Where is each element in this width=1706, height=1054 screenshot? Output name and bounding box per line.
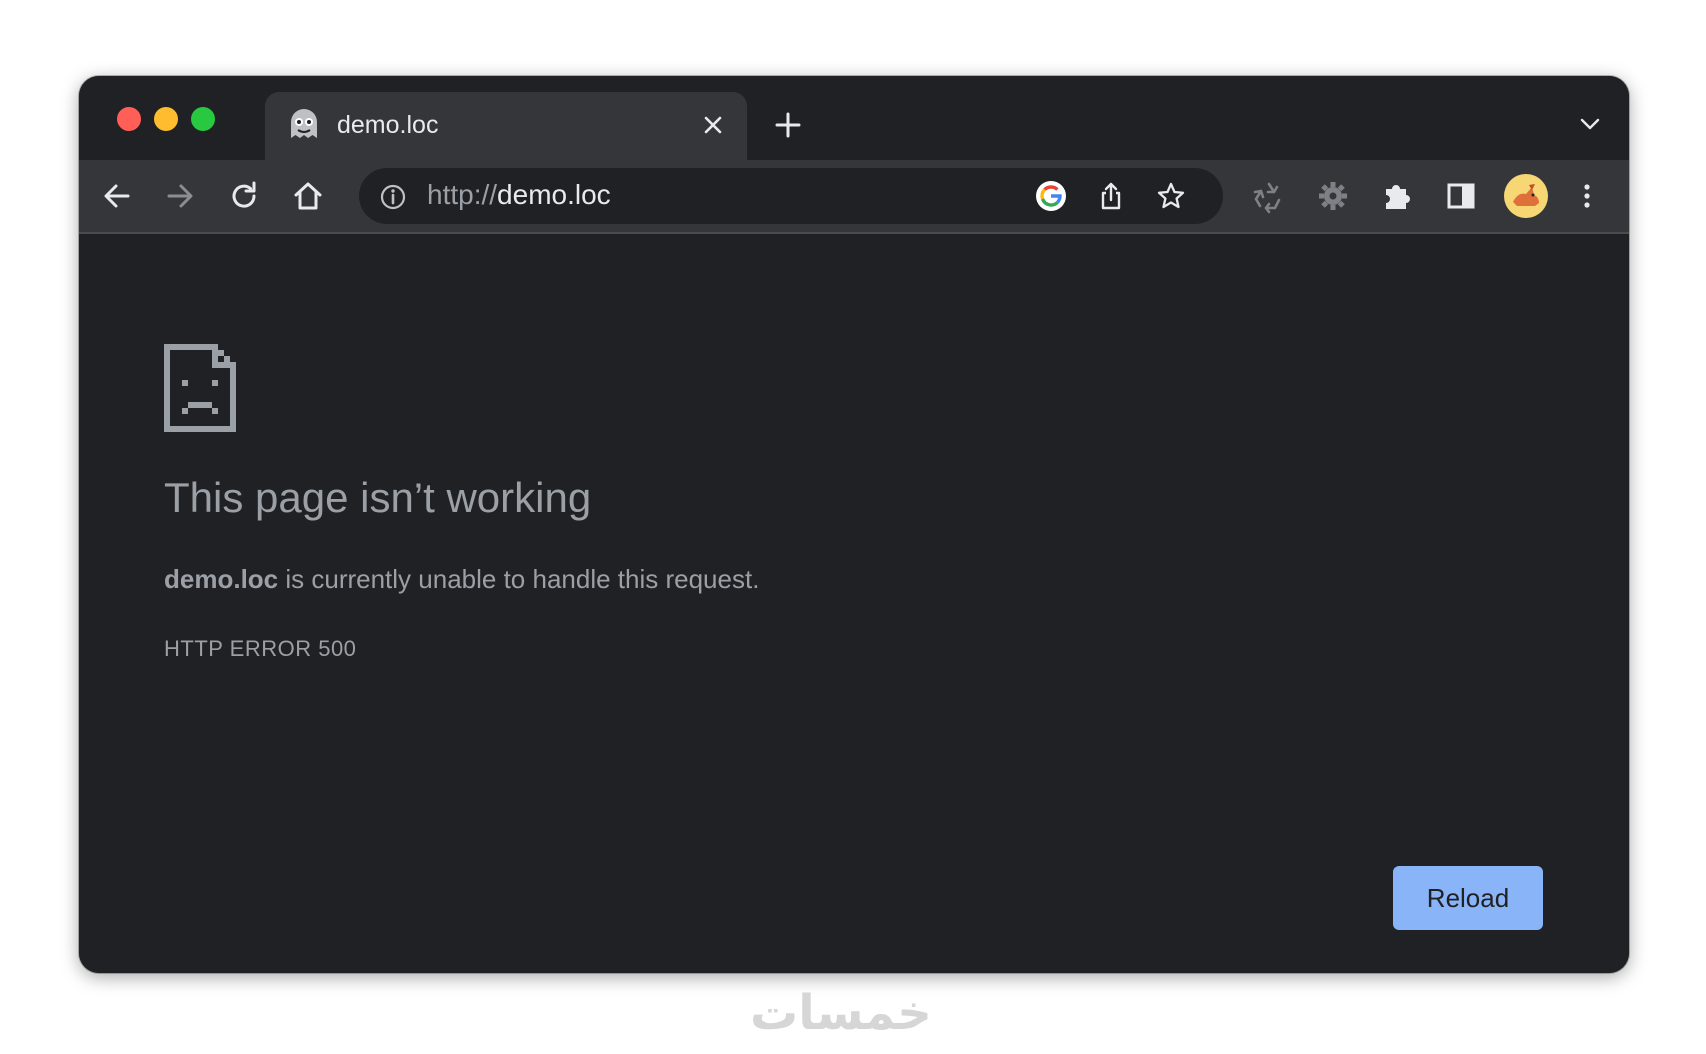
gear-icon[interactable] (1315, 178, 1351, 214)
zoom-window-button[interactable] (191, 107, 215, 131)
url-scheme: http:// (427, 179, 498, 210)
reload-icon[interactable] (226, 178, 262, 214)
tab-title: demo.loc (337, 111, 439, 139)
url-host: demo.loc (497, 179, 611, 210)
kebab-menu-icon[interactable] (1569, 178, 1605, 214)
share-icon[interactable] (1095, 180, 1127, 212)
avatar[interactable] (1503, 173, 1549, 219)
error-message-text: is currently unable to handle this reque… (278, 564, 760, 594)
close-window-button[interactable] (117, 107, 141, 131)
title-bar: demo.loc (79, 76, 1629, 162)
back-arrow-icon[interactable] (99, 178, 135, 214)
chevron-down-icon[interactable] (1579, 116, 1601, 132)
url-text[interactable]: http://demo.loc (427, 179, 611, 211)
side-panel-icon[interactable] (1443, 178, 1479, 214)
error-heading: This page isn’t working (164, 474, 592, 521)
error-page: This page isn’t working demo.loc is curr… (79, 234, 1629, 973)
minimize-window-button[interactable] (154, 107, 178, 131)
star-icon[interactable] (1155, 180, 1187, 212)
error-message: demo.loc is currently unable to handle t… (164, 564, 759, 595)
sad-document-icon (164, 344, 236, 432)
google-icon[interactable] (1035, 180, 1067, 212)
reload-button[interactable]: Reload (1393, 866, 1543, 930)
info-icon[interactable] (379, 183, 407, 211)
toolbar: http://demo.loc (79, 160, 1629, 234)
browser-window: demo.loc http://demo.loc This page isn’t… (79, 76, 1629, 973)
tab-demo-loc[interactable]: demo.loc (265, 92, 747, 162)
home-icon[interactable] (290, 178, 326, 214)
forward-arrow-icon[interactable] (162, 178, 198, 214)
recycle-icon[interactable] (1251, 178, 1287, 214)
error-code: HTTP ERROR 500 (164, 636, 357, 661)
watermark-logo: خمسات (750, 985, 932, 1041)
error-host: demo.loc (164, 564, 279, 594)
ghost-icon (291, 109, 317, 138)
address-bar[interactable]: http://demo.loc (359, 168, 1223, 224)
close-icon[interactable] (701, 113, 725, 137)
puzzle-icon[interactable] (1379, 178, 1415, 214)
new-tab-icon[interactable] (773, 110, 803, 140)
